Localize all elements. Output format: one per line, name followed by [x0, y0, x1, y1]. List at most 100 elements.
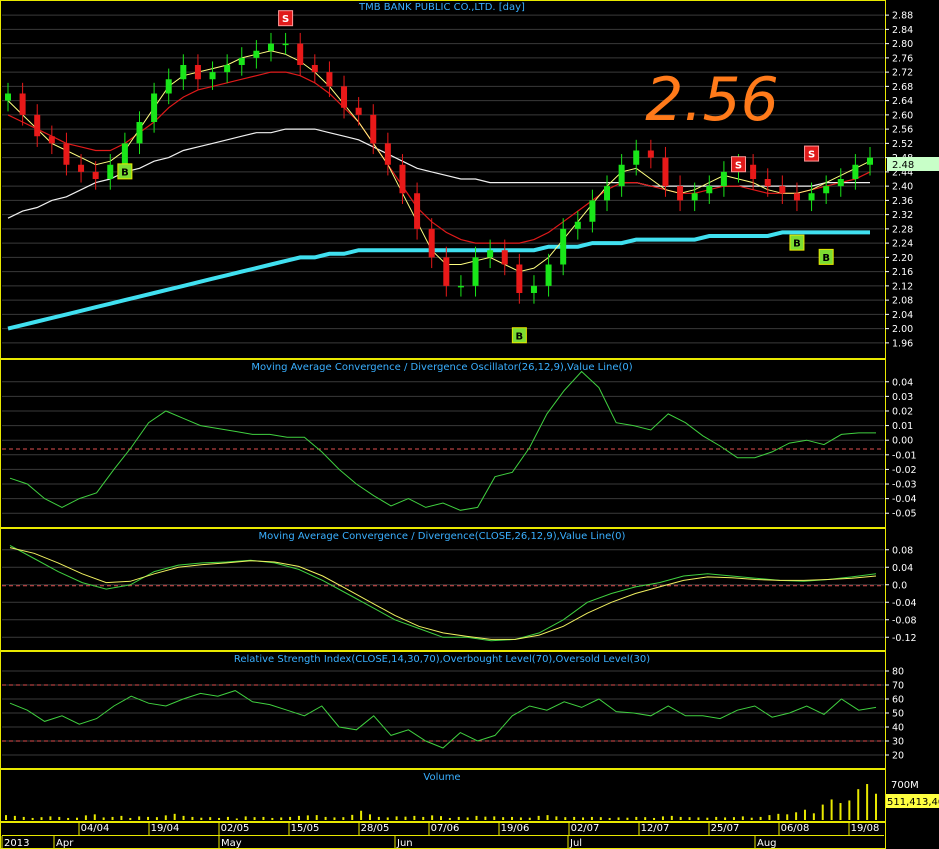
- price-tick-label: 2.28: [892, 224, 913, 235]
- month-label: Apr: [56, 838, 74, 849]
- volume-bar: [706, 817, 709, 820]
- rsi-panel: [0, 651, 886, 769]
- volume-bar: [377, 816, 380, 820]
- candle-body: [487, 250, 494, 258]
- price-tick-label: 2.08: [892, 296, 913, 307]
- rsi-panel-title: Relative Strength Index(CLOSE,14,30,70),…: [234, 654, 650, 665]
- candle-body: [209, 72, 216, 80]
- date-label: 12/07: [641, 823, 670, 834]
- volume-bar: [715, 816, 718, 820]
- date-label: 04/04: [81, 823, 110, 834]
- volume-scale-label: 700M: [891, 780, 919, 791]
- price-tick-label: 2.52: [892, 139, 913, 150]
- month-label: Aug: [757, 838, 777, 849]
- volume-bar: [502, 817, 505, 820]
- price-tick-label: 2.12: [892, 281, 913, 292]
- volume-bar: [191, 816, 194, 820]
- month-label: Jul: [569, 838, 582, 849]
- candle-body: [48, 136, 55, 144]
- candle-body: [399, 164, 406, 194]
- candle-body: [107, 164, 114, 179]
- volume-bar: [200, 817, 203, 820]
- volume-bar: [511, 816, 514, 820]
- volume-bar: [528, 817, 531, 820]
- volume-bar: [670, 815, 673, 820]
- candle-body: [165, 79, 172, 94]
- volume-bar: [448, 817, 451, 820]
- volume-bar: [732, 817, 735, 820]
- rsi-tick-label: 20: [892, 751, 904, 762]
- volume-bar: [404, 816, 407, 820]
- volume-bar: [821, 804, 824, 820]
- volume-bar: [324, 816, 327, 820]
- volume-bar: [768, 815, 771, 820]
- candle-body: [574, 221, 581, 229]
- volume-bar: [875, 793, 877, 820]
- month-label: May: [221, 838, 242, 849]
- big-price-label: 2.56: [645, 65, 779, 135]
- rsi-tick-label: 80: [892, 667, 904, 678]
- volume-bar: [155, 817, 158, 820]
- price-tick-label: 2.24: [892, 239, 913, 250]
- price-panel-title: TMB BANK PUBLIC CO.,LTD. [day]: [358, 2, 525, 13]
- volume-bar: [839, 803, 842, 820]
- candle-body: [823, 186, 830, 194]
- candle-body: [560, 228, 567, 265]
- volume-bar: [599, 817, 602, 820]
- volume-bar: [590, 816, 593, 820]
- volume-bar: [315, 815, 318, 820]
- candle-body: [92, 171, 99, 179]
- osc-tick-label: 0.04: [892, 377, 913, 388]
- date-label: 19/04: [151, 823, 180, 834]
- date-label: 19/06: [501, 823, 530, 834]
- volume-bar: [262, 816, 265, 820]
- macd-tick-label: -0.04: [892, 598, 917, 609]
- price-tick-label: 2.04: [892, 310, 913, 321]
- candle-body: [604, 186, 611, 201]
- price-tick-label: 2.88: [892, 11, 913, 22]
- candle-body: [501, 250, 508, 265]
- candle-body: [808, 193, 815, 201]
- volume-bar: [484, 816, 487, 820]
- candle-body: [428, 228, 435, 258]
- signal-label: S: [282, 14, 289, 25]
- candle-body: [326, 72, 333, 87]
- volume-bar: [493, 816, 496, 820]
- volume-bar: [93, 814, 96, 820]
- volume-bar: [546, 815, 549, 820]
- volume-bar: [679, 816, 682, 820]
- candle-body: [224, 65, 231, 73]
- candle-body: [370, 114, 377, 144]
- y-axes: 2.88 2.84 2.80 2.76 2.72 2.68 2.64 2.60 2.56 2.52…: [885, 11, 917, 762]
- volume-bar: [368, 814, 371, 820]
- signal-label: S: [808, 150, 815, 161]
- volume-bar: [617, 817, 620, 820]
- candle-body: [764, 179, 771, 187]
- volume-bar: [342, 817, 345, 820]
- signal-label: B: [822, 253, 830, 264]
- volume-bar: [351, 814, 354, 820]
- date-label: 06/08: [781, 823, 810, 834]
- candle-body: [618, 164, 625, 187]
- volume-bar: [866, 784, 869, 820]
- month-label: 2013: [4, 838, 29, 849]
- candle-body: [545, 264, 552, 286]
- volume-bar: [289, 816, 292, 820]
- osc-tick-label: -0.02: [892, 465, 917, 476]
- price-tick-label: 2.32: [892, 210, 913, 221]
- volume-bar: [111, 816, 114, 820]
- price-tick-label: 2.72: [892, 68, 913, 79]
- date-label: 07/06: [431, 823, 460, 834]
- volume-bar: [812, 813, 815, 820]
- volume-bar: [244, 816, 247, 820]
- volume-bar: [235, 818, 238, 820]
- candle-body: [852, 164, 859, 179]
- volume-bar: [653, 817, 656, 820]
- volume-bar: [422, 816, 425, 820]
- date-label: 19/08: [851, 823, 880, 834]
- volume-bar: [164, 815, 167, 820]
- volume-bar: [253, 817, 256, 820]
- volume-bar: [626, 817, 629, 820]
- volume-bar: [688, 817, 691, 820]
- stock-chart: 2.88 2.84 2.80 2.76 2.72 2.68 2.64 2.60 2.56 2.52…: [0, 0, 939, 849]
